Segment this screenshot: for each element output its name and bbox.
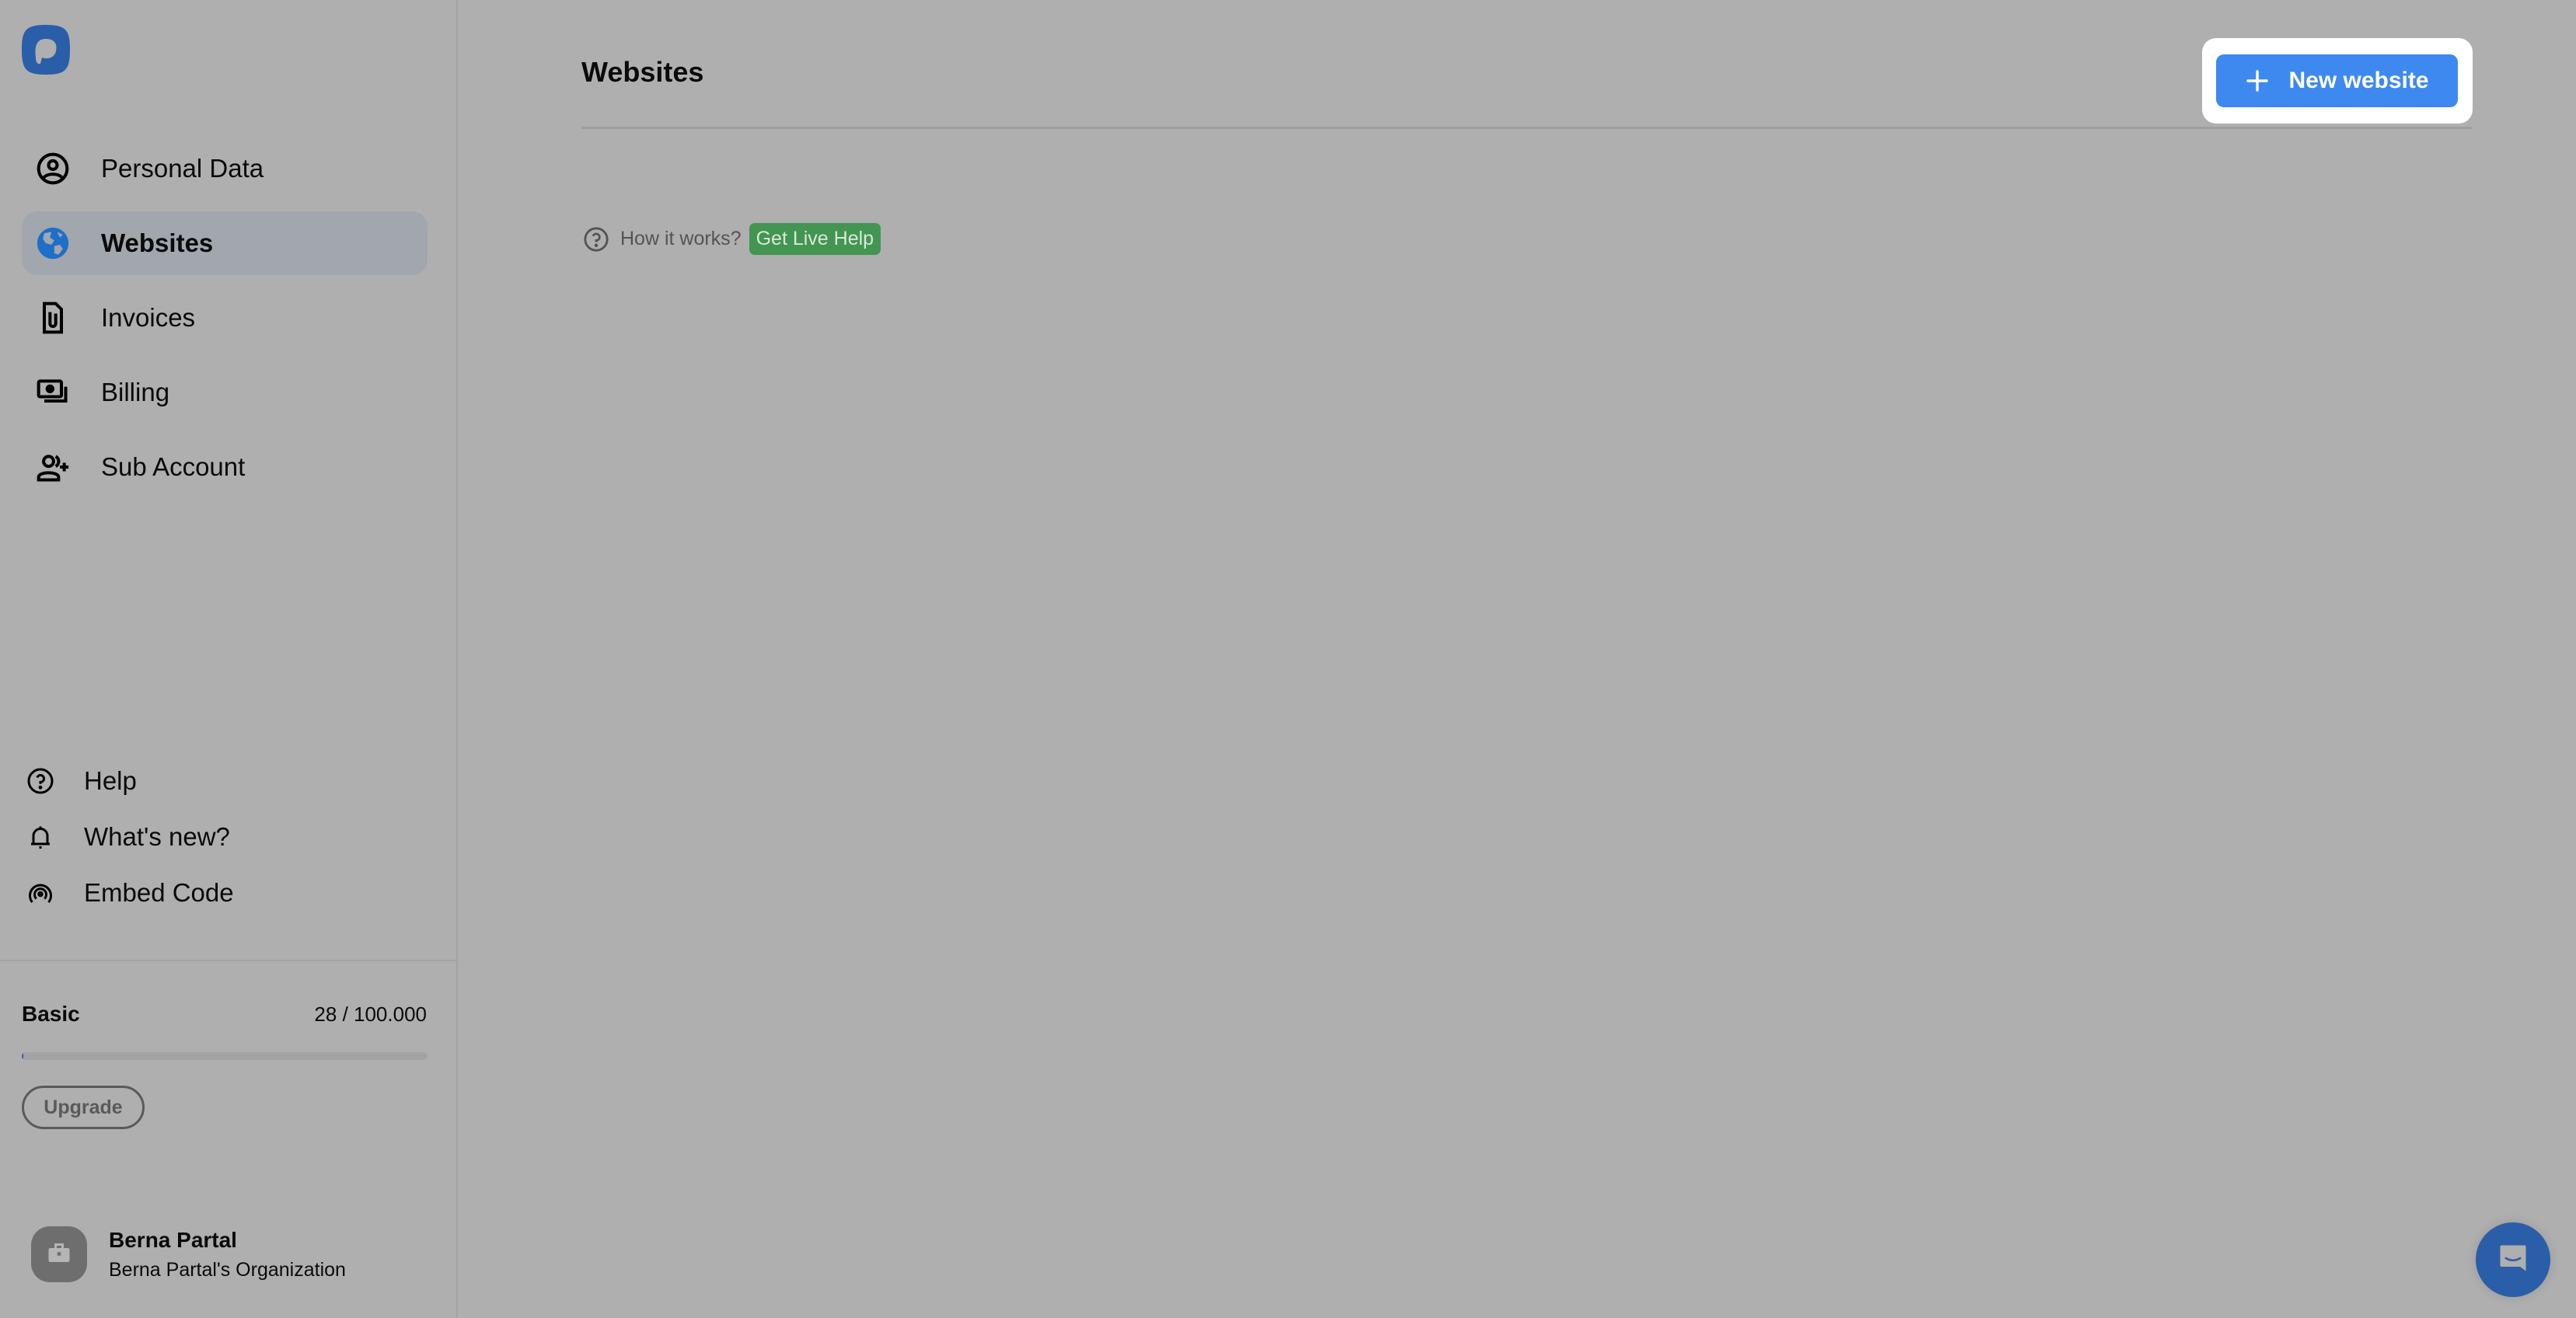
sidebar-item-label: Websites: [101, 228, 214, 257]
sidebar-item-websites[interactable]: Websites: [22, 211, 428, 275]
app-logo-icon[interactable]: [20, 23, 72, 76]
globe-icon: [34, 225, 72, 262]
sidebar-item-whats-new[interactable]: What's new?: [22, 814, 230, 860]
how-it-works-row: How it works? Get Live Help: [583, 223, 881, 255]
sidebar-item-billing[interactable]: Billing: [22, 361, 428, 424]
get-live-help-button[interactable]: Get Live Help: [749, 223, 881, 255]
user-plus-icon: [34, 448, 72, 486]
sidebar-item-label: Help: [84, 766, 137, 795]
usage-progress-fill: [22, 1052, 23, 1060]
user-name: Berna Partal: [109, 1227, 237, 1252]
upgrade-button[interactable]: Upgrade: [22, 1086, 145, 1129]
user-profile[interactable]: Berna Partal Berna Partal's Organization: [31, 1226, 346, 1282]
sidebar-item-embed-code[interactable]: Embed Code: [22, 870, 234, 916]
sidebar-item-label: Billing: [101, 378, 170, 406]
sidebar-item-label: Invoices: [101, 303, 196, 332]
broadcast-icon: [25, 877, 56, 908]
sidebar: Personal Data Websites Invoices Billing …: [0, 0, 458, 1318]
sidebar-item-label: Sub Account: [101, 452, 246, 481]
money-stack-icon: [34, 374, 72, 411]
document-clip-icon: [34, 299, 72, 336]
sidebar-item-personal-data[interactable]: Personal Data: [22, 137, 428, 200]
how-it-works-link[interactable]: How it works?: [620, 228, 742, 250]
plan-name: Basic: [22, 1002, 80, 1026]
new-website-button[interactable]: New website: [2216, 54, 2458, 107]
sidebar-item-help[interactable]: Help: [22, 758, 137, 804]
sidebar-item-invoices[interactable]: Invoices: [22, 286, 428, 350]
page-title: Websites: [581, 56, 704, 88]
sidebar-divider: [0, 960, 456, 961]
header-divider: [581, 127, 2473, 129]
plan-usage: 28 / 100.000: [314, 1002, 427, 1026]
question-circle-icon: [25, 765, 56, 797]
briefcase-icon: [45, 1239, 73, 1271]
chat-smile-icon: [2496, 1241, 2530, 1279]
chat-widget-button[interactable]: [2476, 1222, 2550, 1297]
sidebar-item-label: Personal Data: [101, 154, 264, 183]
user-organization: Berna Partal's Organization: [109, 1258, 346, 1281]
question-circle-icon: [583, 226, 609, 253]
bell-icon: [25, 821, 56, 853]
usage-progress-bar: [22, 1052, 428, 1060]
sidebar-item-label: What's new?: [84, 822, 230, 851]
sidebar-item-sub-account[interactable]: Sub Account: [22, 435, 428, 499]
plus-icon: [2245, 68, 2270, 93]
new-website-label: New website: [2288, 68, 2429, 93]
user-circle-icon: [34, 150, 72, 187]
avatar: [31, 1226, 87, 1282]
sidebar-item-label: Embed Code: [84, 878, 234, 907]
